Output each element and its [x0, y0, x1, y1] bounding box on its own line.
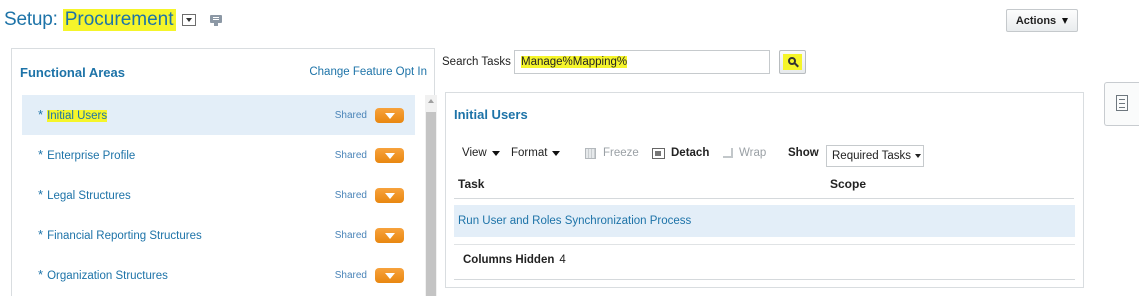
- search-tasks-value: Manage%Mapping%: [521, 56, 628, 68]
- columns-hidden-label: Columns Hidden: [463, 254, 555, 266]
- dashboard-icon[interactable]: [209, 14, 222, 26]
- functional-areas-panel: Functional Areas Change Feature Opt In *…: [11, 48, 437, 296]
- list-item-label[interactable]: * Organization Structures: [38, 267, 168, 282]
- column-header-scope[interactable]: Scope: [830, 177, 866, 191]
- functional-areas-header: Functional Areas Change Feature Opt In: [12, 49, 434, 93]
- shared-label: Shared: [334, 110, 367, 121]
- columns-hidden-count: 4: [559, 254, 566, 266]
- scroll-up-icon[interactable]: [428, 99, 434, 103]
- table-row[interactable]: Run User and Roles Synchronization Proce…: [454, 205, 1075, 237]
- show-label: Show: [788, 147, 819, 159]
- wrap-icon: [723, 148, 733, 158]
- search-tasks-label: Search Tasks: [442, 56, 511, 68]
- table-toolbar: View Format Freeze Detach Wrap Show: [446, 141, 1083, 169]
- shared-label: Shared: [334, 150, 367, 161]
- table-header: Task Scope: [454, 173, 1074, 199]
- chevron-down-icon[interactable]: [375, 148, 404, 163]
- task-link[interactable]: Run User and Roles Synchronization Proce…: [458, 215, 691, 227]
- list-item-label[interactable]: * Financial Reporting Structures: [38, 227, 202, 242]
- column-header-task[interactable]: Task: [458, 177, 484, 191]
- chevron-down-icon: [1062, 17, 1069, 24]
- chevron-down-icon: [491, 150, 500, 156]
- format-menu[interactable]: Format: [511, 147, 561, 159]
- list-item[interactable]: * Financial Reporting Structures Shared: [22, 215, 415, 255]
- list-item[interactable]: * Enterprise Profile Shared: [22, 135, 415, 175]
- divider: [454, 244, 1075, 245]
- freeze-button[interactable]: Freeze: [585, 147, 639, 159]
- chevron-down-icon[interactable]: [375, 268, 404, 283]
- shared-label: Shared: [334, 190, 367, 201]
- detach-button[interactable]: Detach: [652, 147, 709, 159]
- shared-label: Shared: [334, 270, 367, 281]
- chevron-down-icon: [552, 150, 561, 156]
- columns-hidden-status: Columns Hidden 4: [463, 254, 566, 266]
- actions-button-label: Actions: [1015, 14, 1057, 27]
- page-header: Setup: Procurement: [4, 6, 222, 34]
- shared-label: Shared: [334, 230, 367, 241]
- show-tasks-select[interactable]: Required Tasks: [826, 145, 924, 167]
- search-tasks-input[interactable]: Manage%Mapping%: [514, 50, 770, 74]
- freeze-icon: [585, 147, 596, 159]
- chevron-down-icon[interactable]: [375, 228, 404, 243]
- list-item-label[interactable]: * Initial Users: [38, 107, 108, 122]
- list-item[interactable]: * Legal Structures Shared: [22, 175, 415, 215]
- tasks-panel: Initial Users View Format Freeze Detach …: [445, 92, 1084, 288]
- divider: [454, 279, 1075, 280]
- document-icon: [1116, 95, 1128, 111]
- search-button[interactable]: [779, 50, 806, 74]
- list-item-label[interactable]: * Enterprise Profile: [38, 147, 135, 162]
- page-title-offering: Procurement: [62, 9, 176, 31]
- list-item-label[interactable]: * Legal Structures: [38, 187, 131, 202]
- list-scrollbar[interactable]: [425, 95, 437, 296]
- chevron-down-icon: [915, 154, 922, 158]
- chevron-down-icon[interactable]: [375, 108, 404, 123]
- change-feature-opt-in-link[interactable]: Change Feature Opt In: [309, 66, 427, 78]
- functional-areas-title: Functional Areas: [20, 65, 125, 80]
- offering-dropdown-icon[interactable]: [181, 14, 196, 26]
- list-item[interactable]: * Initial Users Shared: [22, 95, 415, 135]
- wrap-button[interactable]: Wrap: [723, 147, 766, 159]
- chevron-down-icon[interactable]: [375, 188, 404, 203]
- tasks-panel-title: Initial Users: [454, 107, 528, 122]
- view-menu[interactable]: View: [462, 147, 500, 159]
- side-panel-toggle[interactable]: [1104, 82, 1139, 126]
- actions-button[interactable]: Actions: [1006, 9, 1078, 32]
- scroll-thumb[interactable]: [426, 112, 436, 296]
- page-title-prefix: Setup:: [4, 9, 58, 30]
- detach-icon: [652, 147, 665, 159]
- show-tasks-select-value: Required Tasks: [832, 150, 912, 162]
- functional-areas-list: * Initial Users Shared * Enterprise Profil…: [22, 95, 437, 296]
- list-item[interactable]: * Organization Structures Shared: [22, 255, 415, 295]
